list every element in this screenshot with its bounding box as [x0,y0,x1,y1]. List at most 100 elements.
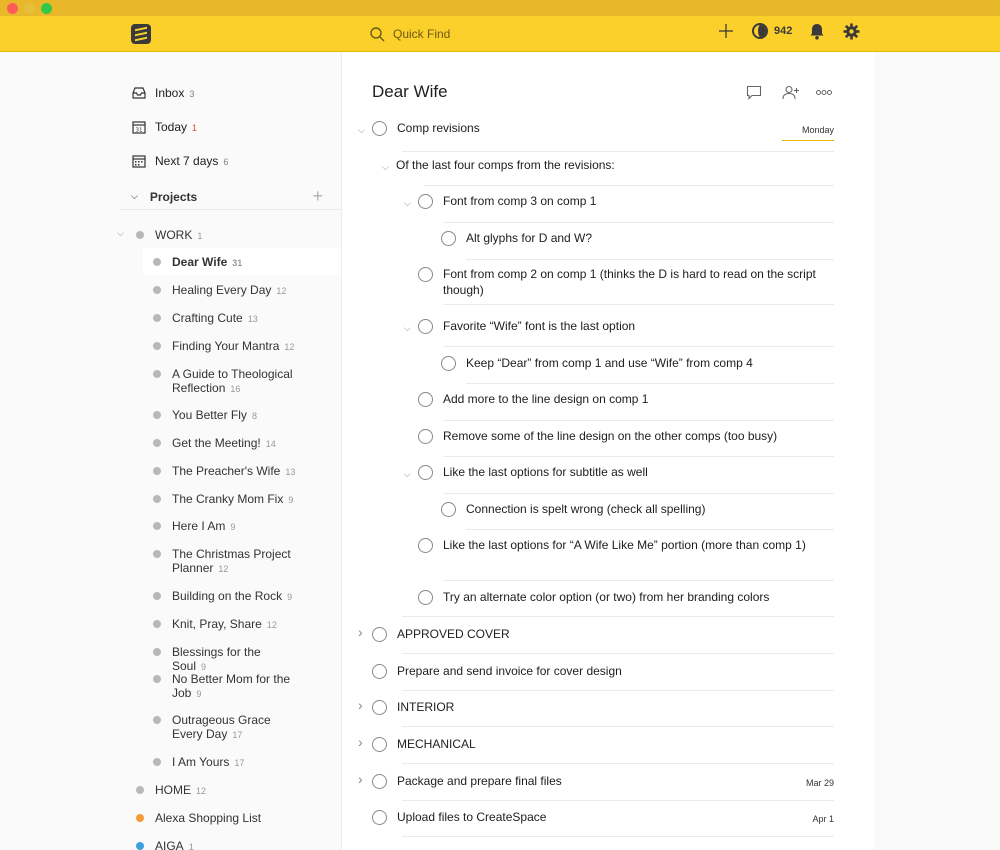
sidebar-project-item[interactable]: The Cranky Mom Fix 9 [153,492,293,507]
project-alexa-shopping-list[interactable]: Alexa Shopping List [136,811,261,825]
close-window-button[interactable] [7,3,18,14]
notifications-button[interactable] [809,23,825,40]
project-label: Get the Meeting! [172,436,261,450]
inbox-count: 3 [189,89,195,99]
settings-button[interactable] [843,23,860,40]
task-checkbox[interactable] [418,538,433,553]
quick-find-search[interactable]: Quick Find [370,25,450,43]
share-project-button[interactable] [782,85,800,105]
task-checkbox[interactable] [418,319,433,334]
chevron-down-icon[interactable]: ⌵ [382,159,389,175]
today-count: 1 [192,123,198,133]
task-checkbox[interactable] [441,502,456,517]
project-color-dot [153,467,161,475]
chevron-right-icon[interactable]: › [358,734,363,750]
divider [466,529,834,530]
divider [424,185,834,186]
task-checkbox[interactable] [418,465,433,480]
project-home[interactable]: HOME 12 [136,783,206,798]
projects-header[interactable]: ⌵ Projects + [131,186,323,207]
task-text: Favorite “Wife” font is the last option [443,319,636,333]
task-checkbox[interactable] [418,392,433,407]
comments-button[interactable] [746,85,762,105]
chevron-down-icon[interactable]: ⌵ [358,122,365,138]
project-label: Finding Your Mantra [172,339,280,353]
project-label: Healing Every Day [172,283,272,297]
project-count: 12 [266,620,277,630]
chevron-right-icon[interactable]: › [358,771,363,787]
quick-add-button[interactable] [718,23,734,39]
task-checkbox[interactable] [441,231,456,246]
task-checkbox[interactable] [418,590,433,605]
sidebar-project-item[interactable]: Crafting Cute 13 [153,311,258,326]
sidebar-project-item[interactable]: The Christmas Project Planner 12 [153,547,297,576]
sidebar-item-next-7-days[interactable]: Next 7 days 6 [132,154,228,168]
task-checkbox[interactable] [418,429,433,444]
sidebar-project-item[interactable]: Blessings for the Soul 9 [153,645,297,674]
task-checkbox[interactable] [372,627,387,642]
project-label: Blessings for the Soul [172,645,261,673]
chevron-down-icon[interactable]: ⌵ [404,320,411,336]
task-due-date[interactable]: Mar 29 [782,775,834,791]
calendar-today-icon: 31 [132,121,146,134]
chevron-down-icon[interactable]: ⌵ [117,228,124,239]
divider [402,151,834,152]
project-color-dot [153,439,161,447]
sidebar-project-item[interactable]: Building on the Rock 9 [153,589,292,604]
project-color-dot [153,342,161,350]
more-options-button[interactable] [816,85,832,105]
task-checkbox[interactable] [418,267,433,282]
gear-icon [843,23,860,40]
search-icon [370,26,385,41]
divider [466,259,834,260]
task-checkbox[interactable] [372,774,387,789]
sidebar-item-inbox[interactable]: Inbox 3 [132,86,194,100]
karma-icon [752,23,768,39]
project-work[interactable]: WORK 1 [136,228,202,243]
task-checkbox[interactable] [372,700,387,715]
chevron-down-icon[interactable]: ⌵ [404,195,411,211]
sidebar-project-item[interactable]: Here I Am 9 [153,519,235,534]
project-count: 17 [232,730,243,740]
sidebar-project-item[interactable]: Dear Wife 31 [143,248,340,275]
sidebar-project-item[interactable]: Get the Meeting! 14 [153,436,276,451]
chevron-right-icon[interactable]: › [358,624,363,640]
task-checkbox[interactable] [372,664,387,679]
task-checkbox[interactable] [372,810,387,825]
project-count: 9 [288,495,294,505]
more-icon [816,90,832,95]
zoom-window-button[interactable] [41,3,52,14]
sidebar-project-item[interactable]: The Preacher's Wife 13 [153,464,295,479]
add-project-button[interactable]: + [312,186,323,207]
task-checkbox[interactable] [418,194,433,209]
task-checkbox[interactable] [372,121,387,136]
task-checkbox[interactable] [372,737,387,752]
divider [402,763,834,764]
sidebar-project-item[interactable]: You Better Fly 8 [153,408,257,423]
project-count: 9 [287,592,293,602]
sidebar-project-item[interactable]: Knit, Pray, Share 12 [153,617,277,632]
chevron-right-icon[interactable]: › [358,697,363,713]
sidebar-item-today[interactable]: 31 Today 1 [132,120,197,134]
main-content: Dear Wife ⌵ Comp revisions Monday ⌵ Of the l… [342,52,874,850]
project-label: The Preacher's Wife [172,464,281,478]
task-due-date[interactable]: Monday [782,122,834,141]
sidebar-project-item[interactable]: I Am Yours 17 [153,755,244,770]
project-label: Crafting Cute [172,311,243,325]
task-checkbox[interactable] [441,356,456,371]
divider [443,304,834,305]
sidebar-project-item[interactable]: A Guide to Theological Reflection 16 [153,367,297,396]
sidebar-project-item[interactable]: Outrageous Grace Every Day 17 [153,713,297,742]
divider [402,800,834,801]
sidebar-project-item[interactable]: Finding Your Mantra 12 [153,339,294,354]
karma-button[interactable]: 942 [752,23,792,39]
task-due-date[interactable]: Apr 1 [782,811,834,827]
sidebar-project-item[interactable]: Healing Every Day 12 [153,283,286,298]
minimize-window-button[interactable] [24,3,35,14]
project-count: 1 [188,842,194,850]
sidebar-project-item[interactable]: No Better Mom for the Job 9 [153,672,297,701]
project-label: Building on the Rock [172,589,283,603]
todoist-logo-icon[interactable] [131,24,151,44]
project-aiga[interactable]: AIGA 1 [136,839,194,850]
chevron-down-icon[interactable]: ⌵ [404,466,411,482]
